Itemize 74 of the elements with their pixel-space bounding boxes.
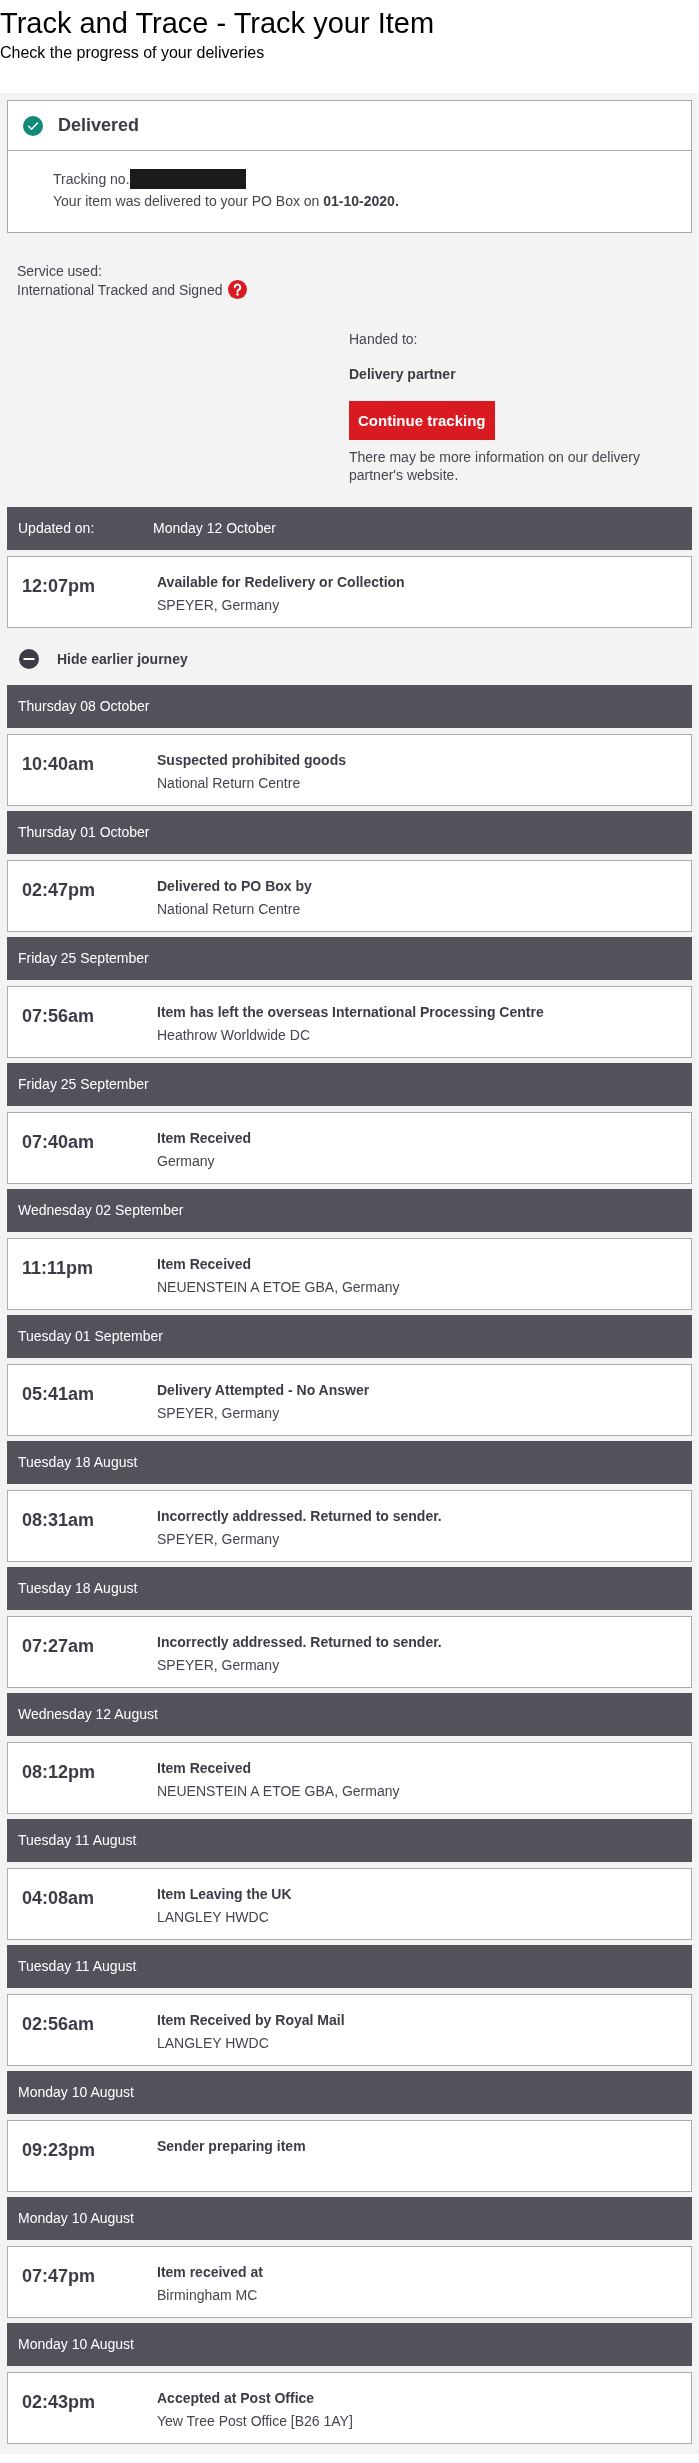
event-time: 07:40am — [22, 1131, 96, 1154]
date-label: Friday 25 September — [18, 949, 149, 968]
date-label: Tuesday 18 August — [18, 1579, 138, 1598]
event-location: NEUENSTEIN A ETOE GBA, Germany — [157, 1278, 400, 1297]
event-time: 07:47pm — [22, 2265, 97, 2288]
date-label: Wednesday 02 September — [18, 1201, 184, 1220]
service-label: Service used: — [17, 262, 103, 280]
event-location: SPEYER, Germany — [157, 1656, 281, 1675]
event-title: Item has left the overseas International Processing Centre — [157, 1003, 544, 1022]
date-label: Thursday 01 October — [18, 823, 150, 842]
event-time: 12:07pm — [22, 575, 97, 598]
event-title: Item Received — [157, 1759, 253, 1778]
event-time: 09:23pm — [22, 2139, 97, 2162]
event-title: Delivered to PO Box by — [157, 877, 312, 896]
event-title: Item received at — [157, 2263, 263, 2282]
event-title: Incorrectly addressed. Returned to sender. — [157, 1633, 442, 1652]
date-label: Monday 10 August — [18, 2083, 134, 2102]
event-location: Germany — [157, 1152, 216, 1171]
event-title: Item Received — [157, 1129, 252, 1148]
event-title: Sender preparing item — [157, 2137, 306, 2156]
event-location: SPEYER, Germany — [157, 1404, 281, 1423]
date-label: Thursday 08 October — [18, 697, 150, 716]
event-location: Birmingham MC — [157, 2286, 259, 2305]
event-time: 02:43pm — [22, 2391, 97, 2414]
event-time: 02:47pm — [22, 879, 97, 902]
date-label: Monday 10 August — [18, 2209, 134, 2228]
event-time: 08:12pm — [22, 1761, 97, 1784]
date-label: Tuesday 11 August — [18, 1831, 137, 1850]
event-location: SPEYER, Germany — [157, 1530, 281, 1549]
event-time: 07:56am — [22, 1005, 96, 1028]
event-location: LANGLEY HWDC — [157, 1908, 270, 1927]
status-label: Delivered — [58, 114, 140, 137]
date-label: Wednesday 12 August — [18, 1705, 158, 1724]
date-label: Tuesday 11 August — [18, 1957, 137, 1976]
event-location: LANGLEY HWDC — [157, 2034, 270, 2053]
event-title: Available for Redelivery or Collection — [157, 573, 405, 592]
event-time: 07:27am — [22, 1635, 96, 1658]
event-title: Suspected prohibited goods — [157, 751, 346, 770]
partner-name: Delivery partner — [349, 365, 457, 383]
date-label: Friday 25 September — [18, 1075, 149, 1094]
event-title: Delivery Attempted - No Answer — [157, 1381, 370, 1400]
event-location: National Return Centre — [157, 900, 302, 919]
date-label: Tuesday 01 September — [18, 1327, 163, 1346]
page-title: Track and Trace - Track your Item — [0, 6, 436, 41]
service-name: International Tracked and Signed — [17, 280, 223, 299]
event-location: National Return Centre — [157, 774, 302, 793]
date-label: Monday 10 August — [18, 2335, 134, 2354]
continue-tracking-button[interactable]: Continue tracking — [349, 401, 495, 440]
delivery-message: Your item was delivered to your PO Box on 01-10-2020. — [53, 192, 400, 211]
event-location: Heathrow Worldwide DC — [157, 1026, 311, 1045]
event-time: 08:31am — [22, 1509, 96, 1532]
handed-to-label: Handed to: — [349, 330, 419, 348]
help-icon[interactable] — [228, 280, 248, 299]
event-title: Incorrectly addressed. Returned to sender. — [157, 1507, 442, 1526]
event-title: Item Received — [157, 1255, 253, 1274]
date-label: Tuesday 18 August — [18, 1453, 138, 1472]
partner-note: There may be more information on our delivery partner's website. — [349, 448, 642, 484]
event-location: Yew Tree Post Office [B26 1AY] — [157, 2412, 353, 2431]
event-time: 11:11pm — [22, 1257, 95, 1280]
event-title: Item Leaving the UK — [157, 1885, 292, 1904]
tracking-label: Tracking no. — [53, 170, 130, 189]
event-title: Item Received by Royal Mail — [157, 2011, 345, 2030]
event-location: SPEYER, Germany — [157, 596, 281, 615]
event-time: 04:08am — [22, 1887, 96, 1910]
event-time: 10:40am — [22, 753, 96, 776]
event-title: Accepted at Post Office — [157, 2389, 316, 2408]
event-time: 05:41am — [22, 1383, 96, 1406]
journey-toggle[interactable]: Hide earlier journey — [19, 649, 188, 669]
check-circle-icon — [23, 115, 43, 136]
event-location: NEUENSTEIN A ETOE GBA, Germany — [157, 1782, 400, 1801]
page-subtitle: Check the progress of your deliveries — [0, 43, 266, 63]
date-label: Monday 12 October — [153, 519, 276, 538]
event-time: 02:56am — [22, 2013, 96, 2036]
updated-label: Updated on: — [18, 519, 96, 538]
